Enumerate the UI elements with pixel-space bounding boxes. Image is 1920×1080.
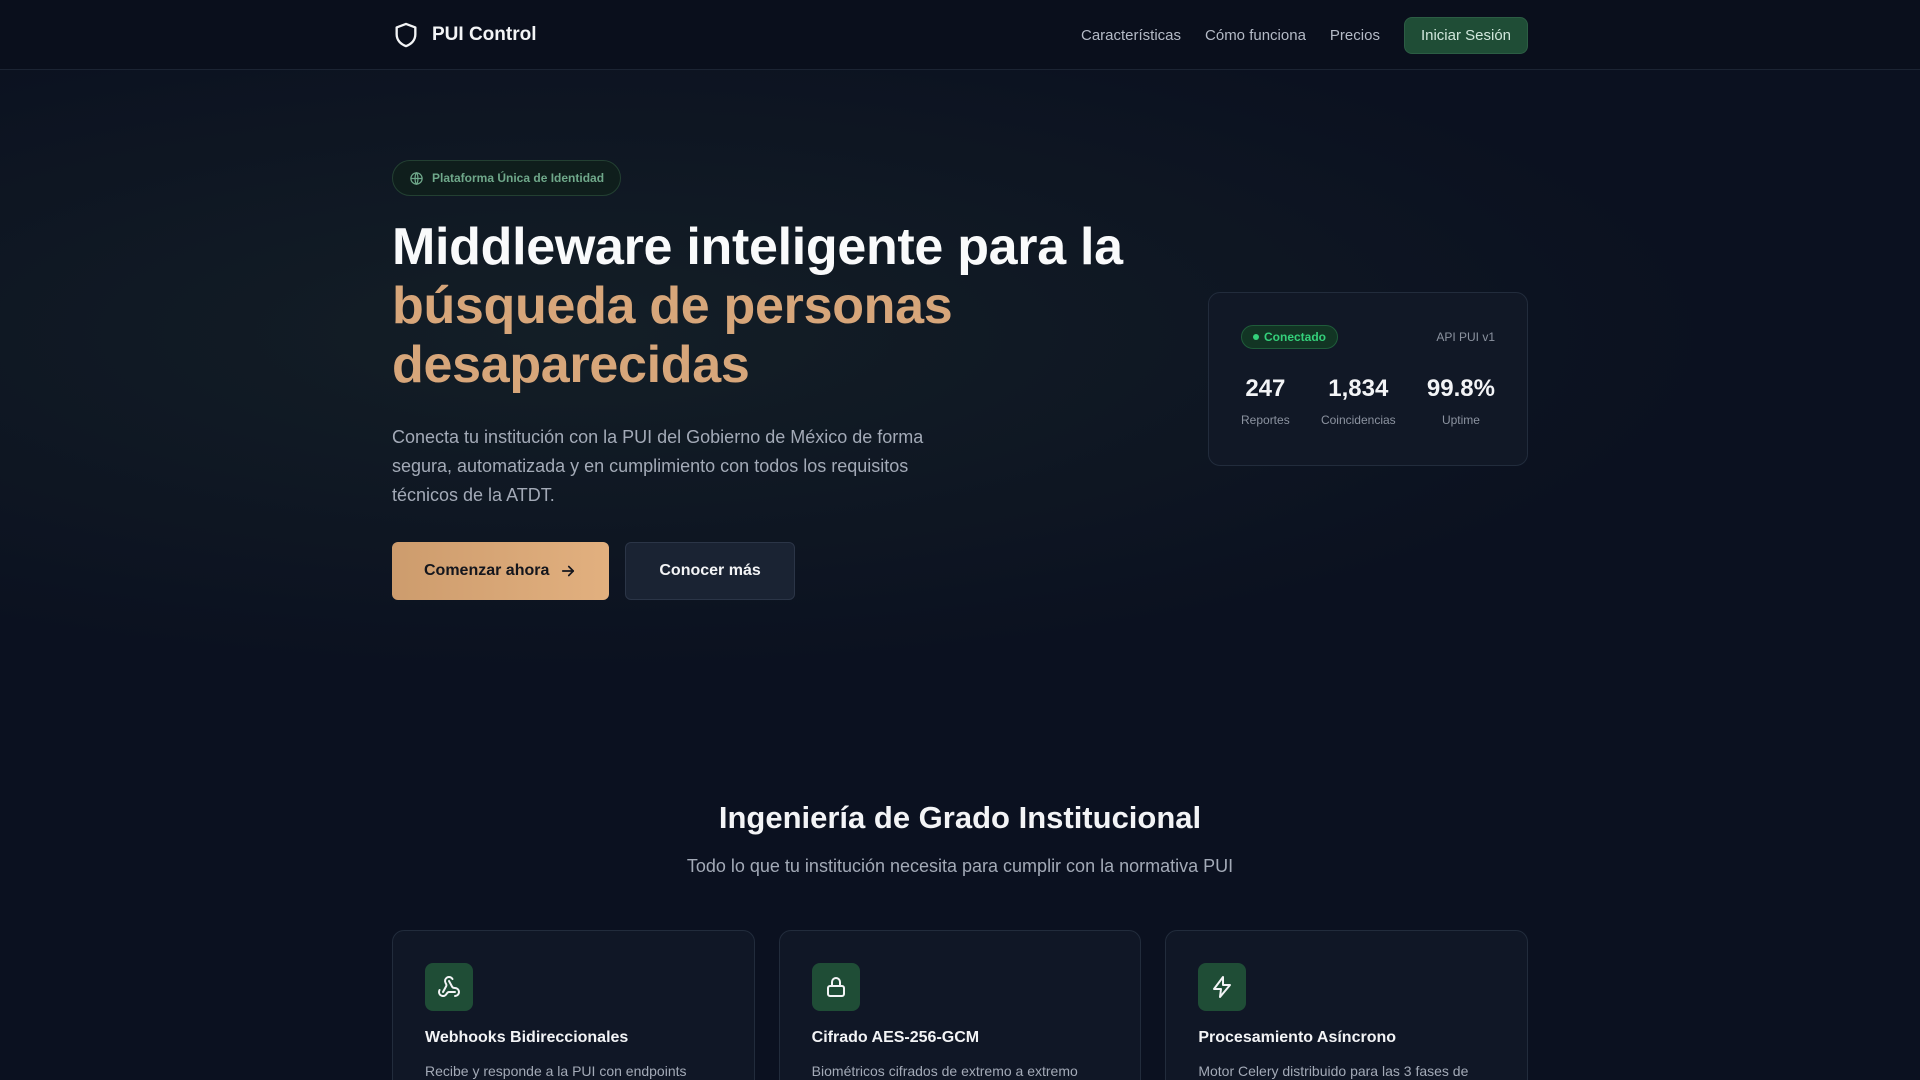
stat-reportes: 247 Reportes	[1241, 375, 1290, 427]
feature-icon-box	[1198, 963, 1247, 1011]
feature-card-webhooks: Webhooks Bidireccionales Recibe y respon…	[392, 930, 755, 1080]
feature-desc: Recibe y responde a la PUI con endpoints	[425, 1063, 687, 1079]
feature-desc: Biométricos cifrados de extremo a extrem…	[811, 1063, 1078, 1079]
status-card: Conectado API PUI v1 247 Reportes 1,834 …	[1208, 292, 1528, 466]
feature-title: Cifrado AES-256-GCM	[811, 1029, 980, 1046]
api-version-label: API PUI v1	[1436, 330, 1495, 344]
hero-pill: Plataforma Única de Identidad	[392, 160, 622, 196]
arrow-right-icon	[562, 565, 575, 577]
hero-lead: Conecta tu institución con la PUI del Go…	[392, 427, 924, 505]
feature-cards: Webhooks Bidireccionales Recibe y respon…	[392, 930, 1529, 1080]
feature-card-procesamiento: Procesamiento Asíncrono Motor Celery dis…	[1165, 930, 1529, 1080]
globe-icon	[410, 171, 423, 185]
brand[interactable]: PUI Control	[392, 21, 537, 49]
stat-value: 247	[1245, 375, 1286, 402]
stat-coincidencias: 1,834 Coincidencias	[1321, 375, 1396, 427]
status-badge-label: Conectado	[1264, 330, 1327, 344]
stat-value: 99.8%	[1426, 375, 1495, 402]
features-subtitle: Todo lo que tu institución necesita para…	[686, 856, 1234, 876]
feature-icon-box	[811, 963, 860, 1011]
feature-title: Webhooks Bidireccionales	[425, 1029, 629, 1046]
zap-icon	[1213, 976, 1232, 998]
start-now-button[interactable]: Comenzar ahora	[392, 542, 610, 600]
start-now-label: Comenzar ahora	[424, 562, 550, 579]
stats-row: 247 Reportes 1,834 Coincidencias 99.8% U…	[1241, 375, 1495, 427]
hero-title-accent-line2: desaparecidas	[392, 336, 750, 394]
login-button[interactable]: Iniciar Sesión	[1403, 16, 1528, 54]
hero-pill-text: Plataforma Única de Identidad	[432, 171, 605, 185]
nav-link-precios[interactable]: Precios	[1330, 27, 1380, 44]
stat-label: Reportes	[1241, 413, 1290, 427]
stat-uptime: 99.8% Uptime	[1427, 375, 1495, 427]
hero: Plataforma Única de Identidad Middleware…	[392, 160, 1152, 600]
hero-title: Middleware inteligente para la búsqueda …	[392, 218, 1152, 395]
feature-title: Procesamiento Asíncrono	[1198, 1029, 1397, 1046]
learn-more-button[interactable]: Conocer más	[625, 542, 795, 600]
shield-icon	[395, 22, 417, 48]
feature-card-cifrado: Cifrado AES-256-GCM Biométricos cifrados…	[778, 930, 1142, 1080]
stat-label: Coincidencias	[1320, 413, 1396, 427]
webhook-icon	[438, 976, 460, 997]
nav-link-como-funciona[interactable]: Cómo funciona	[1205, 27, 1306, 44]
nav-links: Características Cómo funciona Precios In…	[1081, 16, 1528, 54]
stat-value: 1,834	[1328, 375, 1389, 402]
status-head: Conectado API PUI v1	[1241, 325, 1495, 349]
status-dot-icon	[1253, 334, 1259, 340]
stat-label: Uptime	[1441, 413, 1480, 427]
nav-link-caracteristicas[interactable]: Características	[1081, 27, 1181, 44]
feature-desc: Motor Celery distribuido para las 3 fase…	[1198, 1063, 1469, 1079]
status-badge: Conectado	[1241, 325, 1339, 349]
lock-icon	[826, 977, 845, 997]
feature-icon-box	[425, 963, 473, 1011]
top-nav: PUI Control Características Cómo funcion…	[0, 0, 1920, 70]
nav-inner: PUI Control Características Cómo funcion…	[392, 0, 1528, 70]
brand-name: PUI Control	[432, 24, 537, 45]
cta-row: Comenzar ahora Conocer más	[392, 542, 1152, 600]
hero-title-accent-line1: búsqueda de personas	[392, 277, 953, 335]
features-title: Ingeniería de Grado Institucional	[718, 800, 1202, 835]
hero-title-line1: Middleware inteligente para la	[392, 218, 1123, 276]
